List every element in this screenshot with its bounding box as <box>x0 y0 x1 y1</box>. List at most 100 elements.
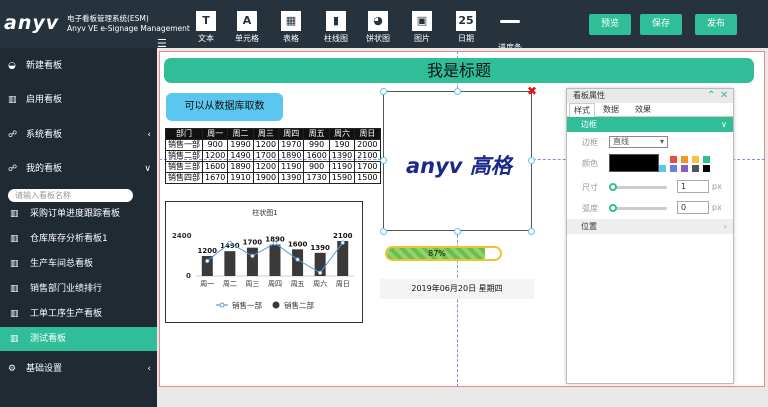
image-widget[interactable]: anyv 高格 <box>383 91 532 231</box>
sidebar-sub-workorder[interactable]: ▥ 工单工序生产看板 <box>0 302 157 326</box>
table-cell: 销售二部 <box>165 150 203 162</box>
close-icon[interactable]: ✕ <box>720 89 728 103</box>
resize-handle[interactable] <box>454 228 461 235</box>
tool-progress[interactable]: 进度条 <box>492 11 528 53</box>
tool-pie-chart[interactable]: ◕ 饼状图 <box>360 11 396 44</box>
tool-label: 文本 <box>198 34 214 43</box>
palette-color[interactable] <box>692 165 699 172</box>
search-button[interactable]: 查询 <box>108 189 124 202</box>
line-point <box>227 240 233 246</box>
date-widget[interactable]: 2019年06月20日 星期四 <box>380 279 534 299</box>
size-slider-handle[interactable] <box>609 183 617 191</box>
company-logo: anyv 高格 <box>406 154 512 178</box>
chart-icon: ▥ <box>10 334 19 344</box>
palette-color[interactable] <box>703 165 710 172</box>
table-cell: 990 <box>303 139 330 151</box>
table-cell: 1910 <box>227 172 254 184</box>
table-cell: 1490 <box>227 150 254 162</box>
sidebar-item-system[interactable]: ☍ 系统看板 ‹ <box>0 123 157 147</box>
legend-label: 销售二部 <box>284 300 314 310</box>
table-header: 周四 <box>278 128 305 140</box>
palette-color[interactable] <box>659 165 666 172</box>
sidebar-item-enabled[interactable]: ▥ 启用看板 <box>0 88 157 112</box>
palette-color[interactable] <box>670 156 677 163</box>
delete-widget-icon[interactable]: ✖ <box>527 84 537 98</box>
tool-date[interactable]: 25 日期 <box>448 11 484 44</box>
caret-down-icon: ▾ <box>659 137 664 146</box>
tool-text[interactable]: T 文本 <box>188 11 224 44</box>
table-cell: 1990 <box>227 139 254 151</box>
tool-image[interactable]: ▣ 图片 <box>404 11 440 44</box>
resize-handle[interactable] <box>380 228 387 235</box>
tool-cell[interactable]: A 单元格 <box>229 11 265 44</box>
radius-input[interactable]: 0 <box>677 201 709 214</box>
sidebar-item-label: 新建看板 <box>26 61 63 71</box>
chart-icon: ▥ <box>10 284 19 294</box>
chevron-left-icon: ‹ <box>147 364 151 374</box>
sidebar-item-mine[interactable]: ☍ 我的看板 ∨ <box>0 157 157 181</box>
section-border[interactable]: 边框 ∨ <box>567 117 733 132</box>
palette-color[interactable] <box>670 165 677 172</box>
x-tick-label: 周日 <box>336 280 350 288</box>
sidebar-item-settings[interactable]: ⚙ 基础设置 ‹ <box>0 357 157 381</box>
chevron-left-icon: ‹ <box>147 130 151 140</box>
tool-label: 表格 <box>283 34 299 43</box>
sidebar-sub-test[interactable]: ▥ 测试看板 <box>0 327 157 351</box>
sidebar-sub-sales[interactable]: ▥ 销售部门业绩排行 <box>0 277 157 301</box>
sidebar-item-new[interactable]: ◒ 新建看板 <box>0 54 157 78</box>
tab-data[interactable]: 数据 <box>599 103 623 117</box>
radius-row: 弧度 0 px <box>567 198 733 219</box>
bar-chart-widget[interactable]: 柱状图1 2400 0 1200 周一 1490 周二 1700 周三 1890 周四 1600 周五 1… <box>165 201 363 323</box>
resize-handle[interactable] <box>528 157 535 164</box>
table-cell: 1190 <box>328 161 356 173</box>
palette-color[interactable] <box>681 165 688 172</box>
y-tick-label: 2400 <box>172 232 192 240</box>
progress-bar[interactable]: 87% <box>385 246 502 261</box>
size-input[interactable]: 1 <box>677 180 709 193</box>
table-cell: 1700 <box>354 161 381 173</box>
text-bubble[interactable]: 可以从数据库取数 <box>166 93 283 121</box>
sidebar-item-label: 工单工序生产看板 <box>30 309 103 319</box>
resize-handle[interactable] <box>380 157 387 164</box>
legend-label: 销售一部 <box>232 300 262 310</box>
line-point <box>250 253 255 259</box>
palette-color[interactable] <box>703 156 710 163</box>
sidebar-sub-warehouse[interactable]: ▥ 仓库库存分析看板1 <box>0 227 157 251</box>
chevron-right-icon: › <box>723 222 727 231</box>
sidebar-item-label: 启用看板 <box>26 95 63 105</box>
field-label: 边框 <box>582 138 598 147</box>
color-swatch[interactable] <box>609 154 659 172</box>
section-title: 位置 <box>581 222 597 231</box>
section-position[interactable]: 位置 › <box>567 219 733 234</box>
palette-color[interactable] <box>681 156 688 163</box>
radius-slider-track[interactable] <box>613 207 667 210</box>
properties-panel: 看板属性 ⌃ ✕ 样式 数据 效果 边框 ∨ 边框 直线 ▾ 颜色 尺寸 1 p <box>566 88 734 384</box>
palette-color[interactable] <box>692 156 699 163</box>
sidebar-sub-purchase[interactable]: ▥ 采购订单进度跟踪看板 <box>0 202 157 226</box>
table-header: 部门 <box>165 128 203 140</box>
sidebar-sub-workshop[interactable]: ▥ 生产车间总看板 <box>0 252 157 276</box>
table-cell: 2100 <box>354 150 381 162</box>
bar <box>224 251 236 276</box>
publish-button[interactable]: 发布 <box>695 14 737 35</box>
brand-logo: anyv <box>4 12 60 34</box>
preview-button[interactable]: 预览 <box>589 14 631 35</box>
x-tick-label: 周四 <box>268 280 282 288</box>
resize-handle[interactable] <box>380 88 387 95</box>
tool-table[interactable]: ▦ 表格 <box>273 11 309 44</box>
cell-icon: A <box>237 11 257 31</box>
size-slider-track[interactable] <box>613 186 667 189</box>
tab-style[interactable]: 样式 <box>569 103 595 117</box>
board-title[interactable]: 我是标题 <box>164 58 754 83</box>
data-table[interactable]: 部门 周一 周二 周三 周四 周五 周六 周日 销售一部 900 1990 12… <box>165 128 381 184</box>
dashboard-icon: ◒ <box>8 61 16 71</box>
tool-bar-chart[interactable]: ▮ 柱线图 <box>318 11 354 44</box>
border-style-select[interactable]: 直线 ▾ <box>609 136 668 148</box>
resize-handle[interactable] <box>454 88 461 95</box>
save-button[interactable]: 保存 <box>640 14 682 35</box>
collapse-icon[interactable]: ⌃ <box>707 89 715 103</box>
brand-name-en: Anyv VE e-Signage Management <box>67 24 190 33</box>
radius-slider-handle[interactable] <box>609 204 617 212</box>
tab-effect[interactable]: 效果 <box>631 103 655 117</box>
resize-handle[interactable] <box>528 228 535 235</box>
